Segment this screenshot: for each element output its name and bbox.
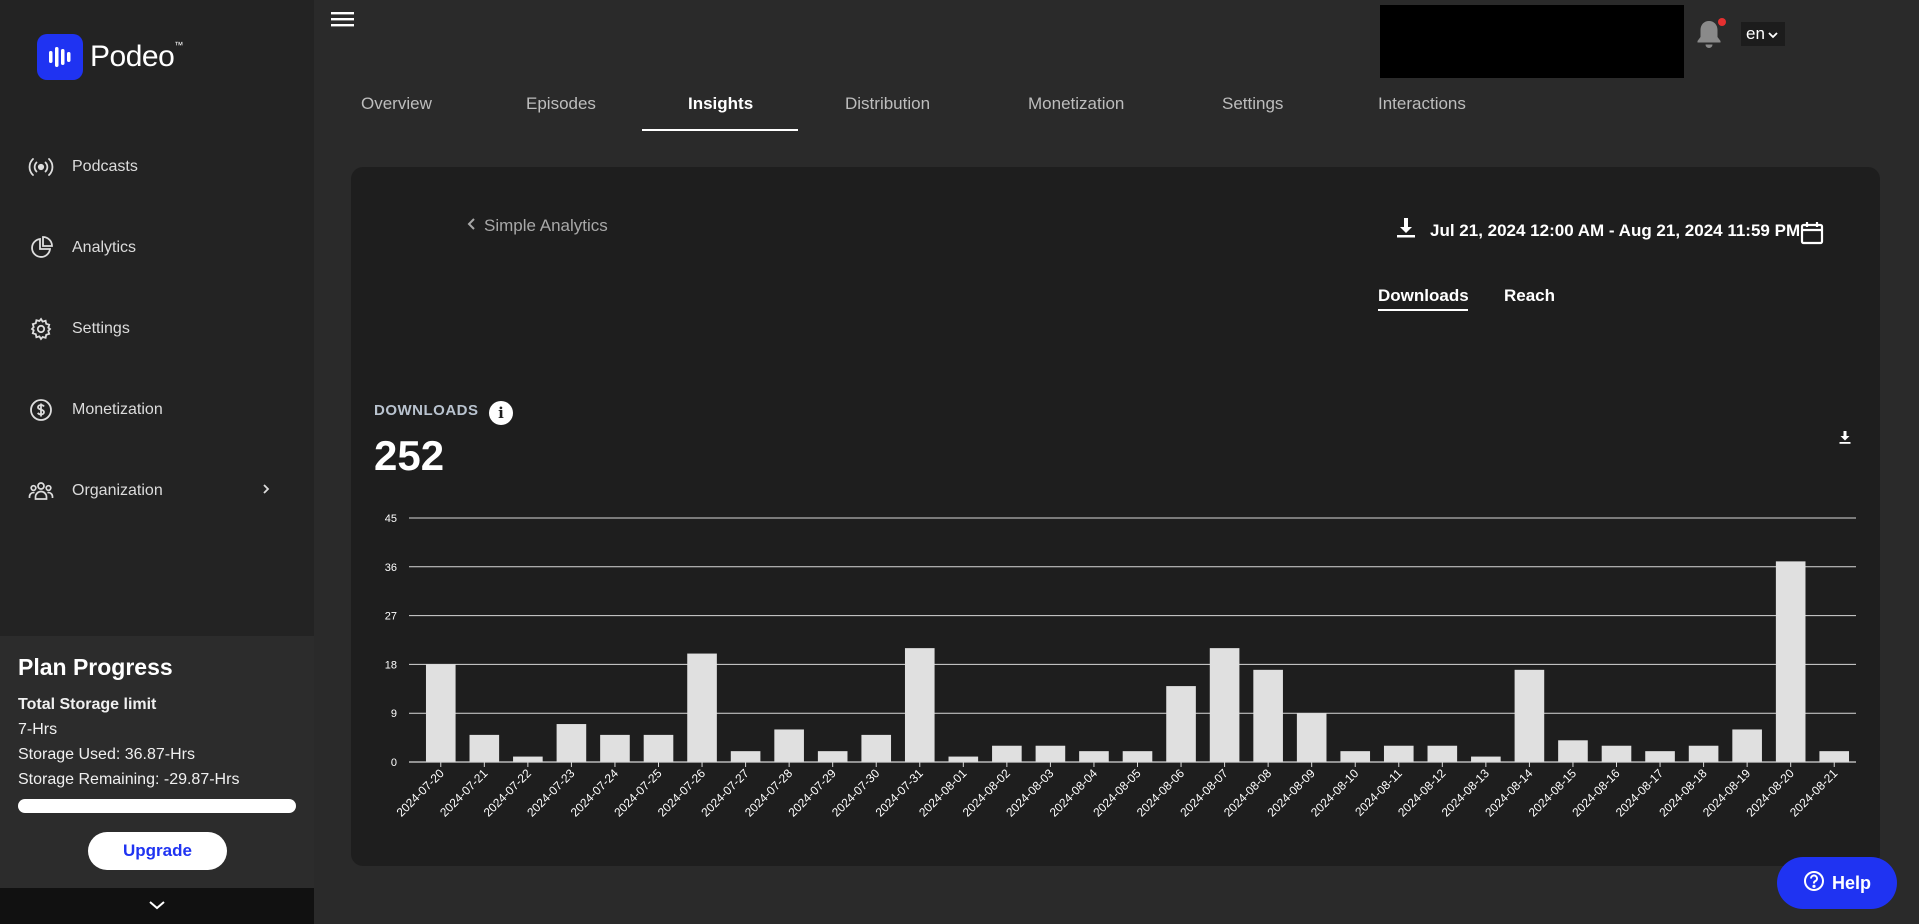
bar — [643, 734, 674, 762]
sidebar-collapse-toggle[interactable] — [0, 888, 314, 924]
logo-mark-icon — [37, 34, 83, 80]
bar — [469, 734, 500, 762]
bar — [730, 751, 761, 762]
sidebar-item-label: Organization — [72, 481, 163, 499]
bar — [513, 756, 543, 762]
tab-interactions[interactable]: Interactions — [1378, 94, 1466, 114]
y-tick-label: 36 — [385, 562, 397, 574]
dollar-icon — [28, 397, 54, 423]
bar — [1035, 745, 1066, 762]
bar — [992, 745, 1022, 762]
storage-limit-label: Total Storage limit — [18, 696, 157, 713]
tab-episodes[interactable]: Episodes — [526, 94, 596, 114]
bar — [1340, 751, 1371, 762]
sidebar-item-label: Analytics — [72, 238, 137, 256]
sidebar-item-label: Settings — [72, 319, 130, 337]
tab-settings[interactable]: Settings — [1222, 94, 1283, 114]
bar — [425, 664, 456, 762]
users-icon — [28, 478, 54, 504]
storage-used: Storage Used: 36.87-Hrs — [18, 746, 195, 763]
sidebar: Podeo™ Podcasts Analytics Settings Monet… — [0, 0, 314, 924]
notification-dot — [1718, 18, 1726, 26]
downloads-bar-chart: 09182736452024-07-202024-07-212024-07-22… — [385, 513, 1856, 820]
storage-remaining: Storage Remaining: -29.87-Hrs — [18, 771, 240, 788]
bar — [774, 729, 804, 762]
bar — [1166, 686, 1196, 762]
chevron-down-icon — [148, 897, 166, 915]
bar — [1383, 745, 1414, 762]
help-button[interactable]: Help — [1777, 857, 1897, 909]
account-info-redacted — [1380, 5, 1684, 78]
plan-progress-panel: Plan Progress Total Storage limit 7-Hrs … — [0, 636, 314, 888]
bar — [1732, 729, 1762, 762]
upgrade-button[interactable]: Upgrade — [88, 832, 227, 870]
storage-progress-bar — [18, 799, 296, 813]
bar — [1558, 740, 1588, 762]
bar — [1601, 745, 1632, 762]
pie-chart-icon — [28, 235, 54, 261]
hamburger-menu-icon[interactable] — [331, 10, 355, 30]
sidebar-item-podcasts[interactable]: Podcasts — [0, 126, 314, 207]
tab-distribution[interactable]: Distribution — [845, 94, 930, 114]
tab-overview[interactable]: Overview — [361, 94, 432, 114]
sidebar-item-analytics[interactable]: Analytics — [0, 207, 314, 288]
chevron-right-icon — [262, 482, 270, 500]
sidebar-item-label: Monetization — [72, 400, 163, 418]
bar — [1253, 669, 1283, 762]
bar — [948, 756, 979, 762]
tab-monetization[interactable]: Monetization — [1028, 94, 1124, 114]
bar — [817, 751, 848, 762]
sidebar-item-label: Podcasts — [72, 157, 138, 175]
plan-title: Plan Progress — [18, 654, 173, 680]
y-tick-label: 9 — [391, 708, 397, 720]
bar — [600, 734, 630, 762]
language-selector[interactable]: en — [1741, 22, 1785, 46]
x-tick-label: 2024-08-21 — [1787, 766, 1841, 820]
podcast-tabs: Overview Episodes Insights Distribution … — [314, 88, 1514, 132]
help-label: Help — [1831, 872, 1871, 893]
chevron-down-icon — [1768, 24, 1778, 44]
sidebar-item-monetization[interactable]: Monetization — [0, 369, 314, 450]
y-tick-label: 45 — [385, 513, 397, 525]
active-tab-indicator — [642, 129, 798, 131]
help-question-icon — [1803, 870, 1825, 897]
sidebar-item-settings[interactable]: Settings — [0, 288, 314, 369]
bar — [1296, 713, 1327, 762]
bar — [1471, 756, 1501, 762]
storage-limit-value: 7-Hrs — [18, 721, 58, 738]
logo-text: Podeo™ — [90, 40, 183, 73]
podeo-logo[interactable]: Podeo™ — [37, 34, 183, 80]
sidebar-item-organization[interactable]: Organization — [0, 450, 314, 531]
bar — [1688, 745, 1719, 762]
y-tick-label: 27 — [385, 611, 397, 623]
bar — [1514, 669, 1545, 762]
language-value: en — [1746, 24, 1765, 43]
sidebar-nav: Podcasts Analytics Settings Monetization… — [0, 126, 314, 531]
bar — [1775, 561, 1806, 762]
broadcast-icon — [28, 154, 54, 180]
insights-card: Simple Analytics Jul 21, 2024 12:00 AM -… — [351, 167, 1880, 866]
bar — [1209, 648, 1240, 762]
tab-insights[interactable]: Insights — [688, 94, 753, 114]
bar — [904, 648, 935, 762]
gear-icon — [28, 316, 54, 342]
y-tick-label: 18 — [385, 659, 397, 671]
bar — [1645, 751, 1675, 762]
bar — [1427, 745, 1458, 762]
bar — [861, 734, 892, 762]
bar — [1079, 751, 1109, 762]
bar — [687, 653, 717, 762]
bar — [1122, 751, 1153, 762]
bar — [556, 724, 587, 762]
y-tick-label: 0 — [391, 757, 397, 769]
bar — [1819, 751, 1850, 762]
